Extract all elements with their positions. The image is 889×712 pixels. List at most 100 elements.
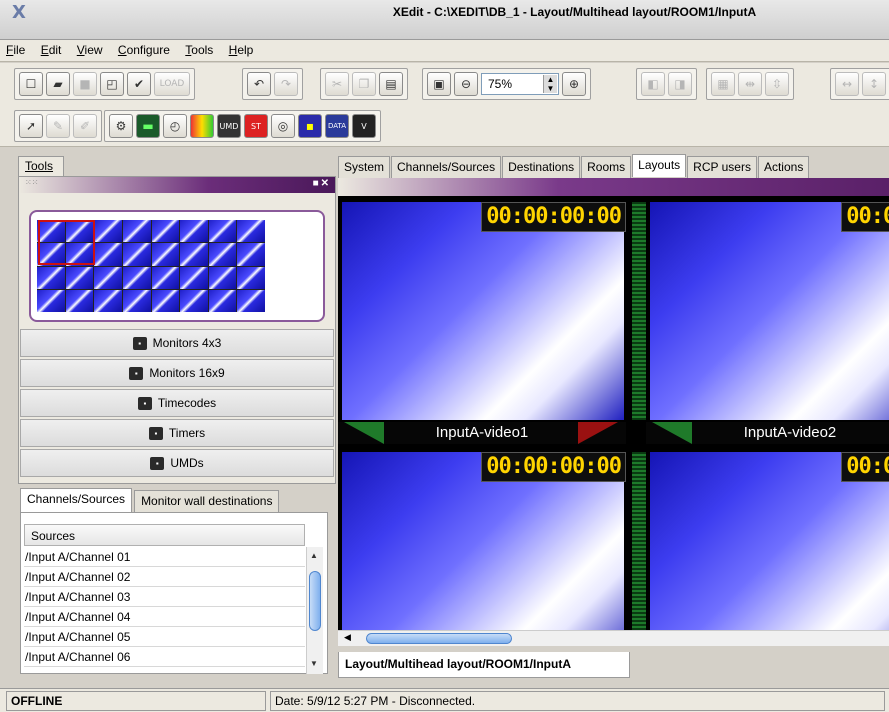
tool-item-umds[interactable]: ▪ UMDs <box>20 449 334 477</box>
tool-item-monitors-16x9[interactable]: ▪ Monitors 16x9 <box>20 359 334 387</box>
tab-channels-sources[interactable]: Channels/Sources <box>20 488 133 512</box>
audio-level-meter[interactable] <box>632 452 646 630</box>
monitor-tile[interactable]: 00:00:00:00 <box>646 446 889 630</box>
overview-thumbnail <box>94 243 122 266</box>
umd-label-bar[interactable]: InputA-video1 <box>338 422 626 444</box>
tab-rooms[interactable]: Rooms <box>581 156 632 178</box>
tab-destinations[interactable]: Destinations <box>502 156 581 178</box>
scrollbar-thumb[interactable] <box>366 633 512 644</box>
scroll-left-icon[interactable]: ◀ <box>344 632 351 643</box>
timecode-widget-icon[interactable]: ▬ <box>136 114 160 138</box>
zoom-level-field[interactable]: 75% ▲ ▼ <box>481 73 559 95</box>
open-folder-icon[interactable]: ▰ <box>46 72 70 96</box>
scrollbar-thumb[interactable] <box>309 571 321 631</box>
sources-scrollbar[interactable]: ▲ ▼ <box>306 547 323 674</box>
zoom-out-icon[interactable]: ⊖ <box>454 72 478 96</box>
status-widget-icon[interactable]: ST <box>244 114 268 138</box>
tools-tab[interactable]: Tools <box>18 156 64 176</box>
menu-configure[interactable]: Configure <box>112 40 176 60</box>
tab-actions[interactable]: Actions <box>757 156 810 178</box>
level-bars-widget-icon[interactable] <box>190 114 214 138</box>
sources-column-header[interactable]: Sources <box>24 524 305 546</box>
monitor-tile[interactable]: 00:00:00:00 <box>646 196 889 420</box>
check-icon[interactable]: ✔ <box>127 72 151 96</box>
umd-widget-icon[interactable]: UMD <box>217 114 241 138</box>
umd-label-bar[interactable]: InputA-video2 <box>646 422 889 444</box>
overview-thumbnail <box>208 243 237 266</box>
scroll-up-icon[interactable]: ▲ <box>310 551 318 560</box>
new-file-icon[interactable]: ☐ <box>19 72 43 96</box>
tab-monitor-wall-destinations[interactable]: Monitor wall destinations <box>134 490 280 512</box>
align-toolbar-group: ▦ ⇹ ⇳ <box>706 68 794 100</box>
tool-item-monitors-4x3[interactable]: ▪ Monitors 4x3 <box>20 329 334 357</box>
layout-overview-preview[interactable] <box>29 210 325 322</box>
layout-canvas[interactable]: 00:00:00:00 InputA-video1 00:00:00:00 In… <box>338 196 889 630</box>
pointer-arrow-icon[interactable]: ➚ <box>19 114 43 138</box>
zoom-actual-size-icon[interactable]: ▣ <box>427 72 451 96</box>
clock-widget-icon[interactable]: ◴ <box>163 114 187 138</box>
tab-layouts[interactable]: Layouts <box>632 154 687 177</box>
list-item[interactable]: /Input A/Channel 03 <box>24 587 305 607</box>
video-widget-icon[interactable]: ▪ <box>298 114 322 138</box>
grip-icon[interactable]: ⁙⁙ <box>25 178 38 187</box>
canvas-horizontal-scrollbar[interactable]: ◀ <box>338 630 889 646</box>
menu-help[interactable]: Help <box>223 40 260 60</box>
zoom-in-icon[interactable]: ⊕ <box>562 72 586 96</box>
monitor-tile[interactable]: 00:00:00:00 <box>338 446 626 630</box>
distribute-vertical-icon[interactable]: ⇳ <box>765 72 789 96</box>
scroll-down-icon[interactable]: ▼ <box>310 659 318 668</box>
grid-icon[interactable]: ▦ <box>711 72 735 96</box>
list-item[interactable]: /Input A/Channel 06 <box>24 647 305 667</box>
list-item[interactable]: /Input A/Channel 01 <box>24 547 305 567</box>
tab-system[interactable]: System <box>338 156 391 178</box>
list-item[interactable]: /Input A/Channel 04 <box>24 607 305 627</box>
overview-thumbnail <box>94 289 122 312</box>
monitor-tile[interactable]: 00:00:00:00 <box>338 196 626 420</box>
menu-edit[interactable]: Edit <box>35 40 68 60</box>
timecode-display[interactable]: 00:00:00:00 <box>481 202 626 232</box>
send-back-icon[interactable]: ◨ <box>668 72 692 96</box>
tool-item-timers[interactable]: ▪ Timers <box>20 419 334 447</box>
monitor-widget-icon: ▪ <box>129 366 144 380</box>
menu-tools[interactable]: Tools <box>179 40 219 60</box>
same-width-icon[interactable]: ↔ <box>835 72 859 96</box>
timecode-display[interactable]: 00:00:00:00 <box>481 452 626 482</box>
list-item[interactable]: /Input A/Channel 02 <box>24 567 305 587</box>
list-item[interactable]: /Input A/Channel 05 <box>24 627 305 647</box>
dial-widget-icon[interactable]: ◎ <box>271 114 295 138</box>
zoom-spinner-icon[interactable]: ▲ ▼ <box>543 75 557 93</box>
overview-thumbnail <box>151 289 180 312</box>
eyedropper-icon[interactable]: ✎ <box>46 114 70 138</box>
undo-icon[interactable]: ↶ <box>247 72 271 96</box>
timecode-display[interactable]: 00:00:00:00 <box>841 452 889 482</box>
same-height-icon[interactable]: ↕ <box>862 72 886 96</box>
video-window[interactable] <box>342 202 624 420</box>
copy-icon[interactable]: ❐ <box>352 72 376 96</box>
overview-viewport-selection[interactable] <box>38 220 95 265</box>
menu-view[interactable]: View <box>71 40 109 60</box>
bring-front-icon[interactable]: ◧ <box>641 72 665 96</box>
data-widget-icon[interactable]: DATA <box>325 114 349 138</box>
tab-rcp-users[interactable]: RCP users <box>687 156 757 178</box>
video-window[interactable] <box>650 202 889 420</box>
paste-icon[interactable]: ▤ <box>379 72 403 96</box>
tool-item-timecodes[interactable]: ▪ Timecodes <box>20 389 334 417</box>
overview-thumbnail <box>208 220 237 243</box>
panel-close-icon[interactable]: ■✕ <box>313 178 331 189</box>
load-button[interactable]: LOAD <box>154 72 190 96</box>
tab-channels-sources-main[interactable]: Channels/Sources <box>391 156 502 178</box>
vchip-widget-icon[interactable]: V <box>352 114 376 138</box>
overview-thumbnail <box>180 220 208 243</box>
distribute-horizontal-icon[interactable]: ⇹ <box>738 72 762 96</box>
save-icon[interactable]: ■ <box>73 72 97 96</box>
redo-icon[interactable]: ↷ <box>274 72 298 96</box>
layout-document-tab[interactable]: Layout/Multihead layout/ROOM1/InputA <box>338 652 630 678</box>
tools-panel: ⁙⁙ ■✕ ▪ Monitors 4x3 ▪ Monitors 16x9 ▪ T… <box>18 176 336 484</box>
timecode-display[interactable]: 00:00:00:00 <box>841 202 889 232</box>
menu-file[interactable]: File <box>0 40 31 60</box>
audio-level-meter[interactable] <box>632 202 646 420</box>
export-icon[interactable]: ◰ <box>100 72 124 96</box>
cut-icon[interactable]: ✂ <box>325 72 349 96</box>
brush-icon[interactable]: ✐ <box>73 114 97 138</box>
audio-meter-widget-icon[interactable]: ⚙ <box>109 114 133 138</box>
